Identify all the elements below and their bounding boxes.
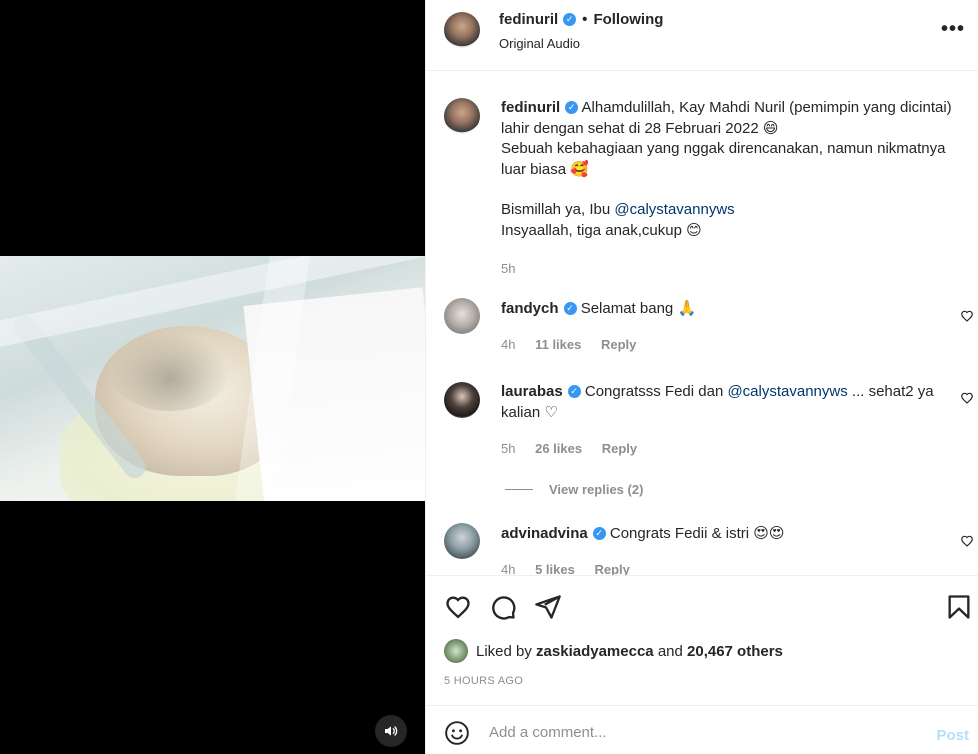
comment-like-heart-icon[interactable] [960,309,974,323]
post-button[interactable]: Post [936,727,969,744]
comments-list[interactable]: fedinuril ✓ Alhamdulillah, Kay Mahdi Nuri… [426,71,978,575]
pray-emoji-icon: 🙏 [677,299,697,317]
caption-time[interactable]: 5h [501,261,515,276]
comment-input[interactable] [489,720,909,744]
grin-emoji-icon: 😄 [762,119,779,137]
post-timestamp[interactable]: 5 HOURS AGO [444,675,523,687]
comment-time[interactable]: 4h [501,337,515,352]
caption-text-3: Bismillah ya, Ibu [501,201,611,218]
commenter-username[interactable]: advinadvina [501,525,588,542]
caption-username[interactable]: fedinuril [501,99,560,116]
header-separator: • [582,11,588,28]
reply-button[interactable]: Reply [601,337,636,352]
verified-badge-icon: ✓ [563,301,577,315]
bookmark-icon[interactable] [945,593,973,621]
comment-likes[interactable]: 5 likes [535,562,575,575]
white-heart-icon: ♡ [544,403,558,421]
caption-text-2: Sebuah kebahagiaan yang nggak direncanak… [501,140,946,178]
comment-likes[interactable]: 26 likes [535,441,582,456]
following-button[interactable]: Following [593,11,663,28]
post-actions: Liked by zaskiadyamecca and 20,467 other… [426,575,978,705]
comment-like-heart-icon[interactable] [960,391,974,405]
comment-body: advinadvina ✓ Congrats Fedii & istri 😍😍 4… [501,523,971,575]
author-avatar[interactable] [444,12,480,48]
liked-by-user[interactable]: zaskiadyamecca [536,643,654,660]
media-pane [0,0,425,754]
caption-avatar[interactable] [444,98,480,134]
heart-eyes-emoji-icon: 😍😍 [753,524,785,542]
commenter-avatar[interactable] [444,382,480,418]
commenter-avatar[interactable] [444,298,480,334]
video-baby-hair [110,331,230,411]
comment-likes[interactable]: 11 likes [535,337,581,352]
verified-badge-icon: ✓ [592,526,606,540]
comment-body: laurabas ✓ Congratsss Fedi dan @calystava… [501,382,941,459]
caption-mention[interactable]: @calystavannyws [614,201,734,218]
add-comment-bar: Post [426,705,978,754]
view-replies-line [505,489,533,490]
video-player[interactable] [0,256,425,501]
commenter-avatar[interactable] [444,523,480,559]
comment-text: Selamat bang [580,300,674,317]
comment-text: Congrats Fedii & istri [609,525,750,542]
comment-like-heart-icon[interactable] [960,534,974,548]
comment-time[interactable]: 4h [501,562,515,575]
blush-emoji-icon: 😊 [686,221,702,239]
emoji-picker-icon[interactable] [444,720,470,746]
author-username[interactable]: fedinuril [499,11,558,28]
view-replies-label: View replies (2) [549,482,644,497]
commenter-username[interactable]: fandych [501,300,559,317]
share-icon[interactable] [534,593,562,621]
header-user-line: fedinuril ✓ • Following [499,11,663,28]
liked-by: Liked by zaskiadyamecca and 20,467 other… [444,639,783,663]
caption-body: fedinuril ✓ Alhamdulillah, Kay Mahdi Nuri… [501,98,971,279]
verified-badge-icon: ✓ [565,100,579,114]
caption-text-4: Insyaallah, tiga anak,cukup [501,222,682,239]
commenter-username[interactable]: laurabas [501,383,563,400]
liked-others[interactable]: 20,467 others [687,643,783,660]
post-panel: fedinuril ✓ • Following Original Audio ••• … [425,0,978,754]
audio-toggle-button[interactable] [375,715,407,747]
comment-body: fandych ✓ Selamat bang 🙏 4h 11 likes Repl… [501,298,971,355]
comment-text-before: Congratsss Fedi dan [584,383,724,400]
verified-badge-icon: ✓ [563,12,577,26]
verified-badge-icon: ✓ [567,384,581,398]
liked-by-prefix: Liked by [476,642,532,660]
comment-icon[interactable] [489,593,517,621]
more-options-icon[interactable]: ••• [941,18,965,41]
view-replies-button[interactable]: View replies (2) [505,482,643,497]
original-audio-link[interactable]: Original Audio [499,36,580,51]
liker-avatar[interactable] [444,639,468,663]
comment-mention[interactable]: @calystavannyws [727,383,847,400]
reply-button[interactable]: Reply [602,441,637,456]
reply-button[interactable]: Reply [594,562,629,575]
liked-and: and [657,642,683,660]
comment-time[interactable]: 5h [501,441,515,456]
post-header: fedinuril ✓ • Following Original Audio ••• [426,0,978,71]
speaker-icon [385,726,398,736]
heart-icon[interactable] [444,593,472,621]
smiling-hearts-emoji-icon: 🥰 [570,160,589,178]
